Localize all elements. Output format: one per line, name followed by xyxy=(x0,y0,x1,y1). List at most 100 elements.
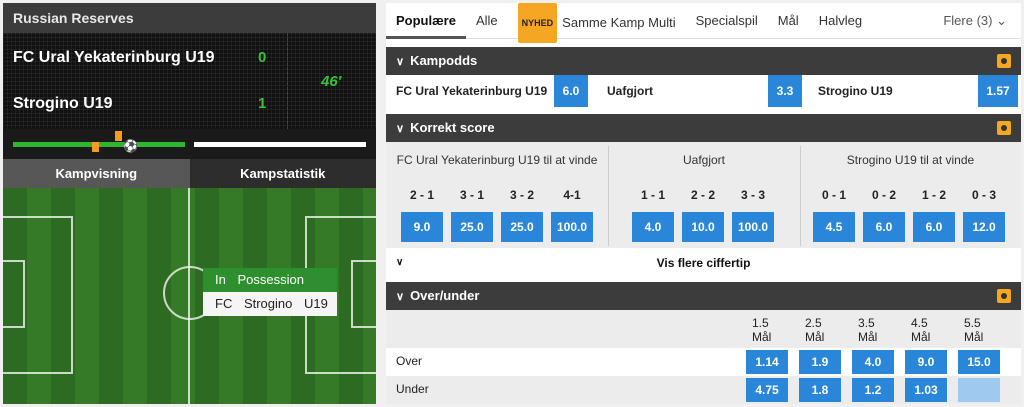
line-unit: Mål xyxy=(964,330,984,344)
kampodds-title: Kampodds xyxy=(410,53,478,68)
tab-match-stats[interactable]: Kampstatistik xyxy=(189,159,376,188)
over-odds-button[interactable]: 9.0 xyxy=(905,350,947,374)
over-odds-button[interactable]: 4.0 xyxy=(852,350,894,374)
home-odds-button[interactable]: 6.0 xyxy=(554,75,588,107)
kampodds-row: FC Ural Yekaterinburg U19 6.0 Uafgjort 3… xyxy=(386,75,1021,107)
line-header: 2.5 Mål xyxy=(805,316,824,344)
scoreboard-divider xyxy=(287,33,288,129)
possession-indicator: In Possession FC Strogino U19 xyxy=(203,268,337,316)
score-label: 4-1 xyxy=(563,188,581,202)
away-team-name: Strogino U19 xyxy=(13,95,113,112)
over-label: Over xyxy=(396,354,423,368)
scoreboard: FC Ural Yekaterinburg U19 0 Strogino U19… xyxy=(3,33,376,129)
score-odds-button[interactable]: 100.0 xyxy=(551,212,593,242)
under-odds-button[interactable]: 1.8 xyxy=(799,378,841,402)
under-odds-button[interactable]: 4.75 xyxy=(746,378,788,402)
betting-panel: Populære Alle NYHED Samme Kamp Multi Spec… xyxy=(386,2,1021,404)
score-label: 3 - 2 xyxy=(509,188,534,202)
line-value: 3.5 xyxy=(858,316,875,330)
away-score: 1 xyxy=(258,95,267,112)
correct-score-grid: FC Ural Yekaterinburg U19 til at vinde U… xyxy=(386,142,1021,248)
score-odds-button[interactable]: 6.0 xyxy=(863,212,905,242)
match-minute: 46′ xyxy=(321,73,342,90)
home-team-name: FC Ural Yekaterinburg U19 xyxy=(13,49,215,66)
over-under-grid: 1.5 Mål 2.5 Mål 3.5 Mål 4.5 Mål 5.5 Mål Over … xyxy=(386,310,1021,404)
line-header: 3.5 Mål xyxy=(858,316,877,344)
chevron-down-icon: ∨ xyxy=(396,257,404,268)
market-tabs: Populære Alle NYHED Samme Kamp Multi Spec… xyxy=(386,2,1021,43)
over-odds-button[interactable]: 1.14 xyxy=(746,350,788,374)
line-unit: Mål xyxy=(805,330,825,344)
under-odds-button[interactable]: 1.03 xyxy=(905,378,947,402)
score-odds-button[interactable]: 10.0 xyxy=(682,212,724,242)
possession-label: In Possession xyxy=(203,268,337,292)
score-label: 1 - 2 xyxy=(921,188,946,202)
tab-match-view[interactable]: Kampvisning xyxy=(3,159,190,188)
draw-odds-button[interactable]: 3.3 xyxy=(768,75,802,107)
away-odds-button[interactable]: 1.57 xyxy=(978,75,1018,107)
line-unit: Mål xyxy=(752,330,772,344)
tab-goals[interactable]: Mål xyxy=(768,3,809,39)
chevron-down-icon: ∨ xyxy=(396,56,405,68)
match-view-tabs: Kampvisning Kampstatistik xyxy=(3,159,376,188)
over-under-section: ∨ Over/under 1.5 Mål 2.5 Mål 3.5 Mål 4.5 Mål … xyxy=(386,282,1021,404)
score-label: 1 - 1 xyxy=(640,188,665,202)
tab-specials[interactable]: Specialspil xyxy=(686,3,768,39)
score-odds-button[interactable]: 4.0 xyxy=(632,212,674,242)
chevron-down-icon: ∨ xyxy=(396,123,405,135)
tab-same-game-multi-label: Samme Kamp Multi xyxy=(562,14,676,30)
live-stream-icon[interactable] xyxy=(997,121,1011,135)
under-odds-button-disabled xyxy=(958,378,1000,402)
yellow-card-icon xyxy=(92,142,99,152)
home-outcome-label: FC Ural Yekaterinburg U19 xyxy=(396,84,548,98)
correct-score-title: Korrekt score xyxy=(410,120,495,135)
over-under-header[interactable]: ∨ Over/under xyxy=(386,282,1021,310)
score-odds-button[interactable]: 12.0 xyxy=(963,212,1005,242)
column-divider xyxy=(800,146,801,246)
score-odds-button[interactable]: 25.0 xyxy=(501,212,543,242)
over-odds-button[interactable]: 15.0 xyxy=(958,350,1000,374)
correct-score-header[interactable]: ∨ Korrekt score xyxy=(386,114,1021,142)
under-label: Under xyxy=(396,382,429,396)
score-label: 0 - 1 xyxy=(821,188,846,202)
tab-all[interactable]: Alle xyxy=(466,3,508,39)
timeline-first-half xyxy=(13,142,185,147)
chevron-down-icon: ⌄ xyxy=(996,13,1007,28)
live-stream-icon[interactable] xyxy=(997,54,1011,68)
score-odds-button[interactable]: 100.0 xyxy=(732,212,774,242)
goal-ball-icon: ⚽ xyxy=(123,139,138,153)
under-odds-button[interactable]: 1.2 xyxy=(852,378,894,402)
line-unit: Mål xyxy=(858,330,878,344)
line-header: 4.5 Mål xyxy=(911,316,930,344)
more-tabs-dropdown[interactable]: Flere (3) ⌄ xyxy=(943,3,1007,39)
score-odds-button[interactable]: 25.0 xyxy=(451,212,493,242)
match-timeline: ⚽ xyxy=(3,129,376,159)
show-more-scores-link[interactable]: ∨ Vis flere ciffertip xyxy=(386,248,1021,278)
kampodds-header[interactable]: ∨ Kampodds xyxy=(386,47,1021,75)
score-odds-button[interactable]: 6.0 xyxy=(913,212,955,242)
draw-outcome-label: Uafgjort xyxy=(607,84,653,98)
tab-half[interactable]: Halvleg xyxy=(809,3,872,39)
score-label: 3 - 1 xyxy=(459,188,484,202)
right-goal-box xyxy=(351,260,376,328)
correct-score-draw-header: Uafgjort xyxy=(682,153,726,167)
score-label: 0 - 3 xyxy=(971,188,996,202)
correct-score-section: ∨ Korrekt score FC Ural Yekaterinburg U19… xyxy=(386,114,1021,278)
line-value: 5.5 xyxy=(964,316,981,330)
league-title: Russian Reserves xyxy=(3,3,376,33)
line-value: 1.5 xyxy=(752,316,769,330)
tab-popular[interactable]: Populære xyxy=(386,3,466,39)
new-badge: NYHED xyxy=(517,2,558,43)
over-under-title: Over/under xyxy=(410,288,480,303)
over-odds-button[interactable]: 1.9 xyxy=(799,350,841,374)
left-goal-box xyxy=(3,260,25,328)
score-odds-button[interactable]: 9.0 xyxy=(401,212,443,242)
score-odds-button[interactable]: 4.5 xyxy=(813,212,855,242)
yellow-card-icon xyxy=(115,131,122,141)
score-label: 2 - 2 xyxy=(690,188,715,202)
correct-score-home-header: FC Ural Yekaterinburg U19 til at vinde xyxy=(396,153,598,167)
live-stream-icon[interactable] xyxy=(997,289,1011,303)
line-value: 4.5 xyxy=(911,316,928,330)
timeline-second-half xyxy=(194,142,366,147)
tab-same-game-multi[interactable]: NYHED Samme Kamp Multi xyxy=(508,2,686,43)
